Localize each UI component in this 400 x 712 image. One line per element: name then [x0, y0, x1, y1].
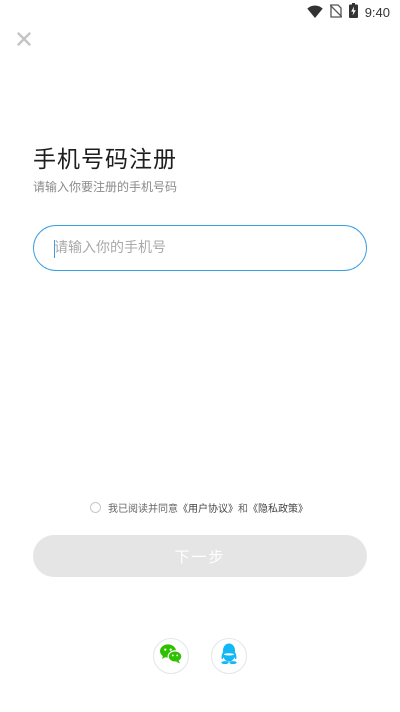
- agreement-prefix: 我已阅读并同意: [108, 504, 178, 515]
- status-icons: 9:40: [306, 3, 390, 22]
- privacy-policy-link[interactable]: 《隐私政策》: [248, 500, 308, 515]
- close-button[interactable]: [12, 28, 36, 52]
- wifi-icon: [306, 3, 323, 22]
- status-time: 9:40: [364, 5, 390, 20]
- wechat-login-button[interactable]: [153, 638, 189, 674]
- page-subtitle: 请输入你要注册的手机号码: [33, 180, 178, 194]
- page-title: 手机号码注册: [33, 147, 177, 173]
- qq-icon: [219, 643, 239, 669]
- wechat-icon: [159, 643, 183, 669]
- no-sim-icon: [329, 3, 343, 22]
- agreement-row: 我已阅读并同意 《用户协议》 和 《隐私政策》: [90, 500, 308, 515]
- battery-charging-icon: [348, 3, 358, 22]
- phone-input[interactable]: [54, 226, 344, 270]
- user-agreement-link[interactable]: 《用户协议》: [178, 500, 238, 515]
- status-bar: 9:40: [0, 0, 400, 24]
- agreement-checkbox[interactable]: [90, 502, 101, 513]
- close-icon: [17, 31, 31, 50]
- qq-login-button[interactable]: [211, 638, 247, 674]
- phone-field[interactable]: [33, 225, 367, 271]
- next-button[interactable]: 下一步: [33, 535, 367, 577]
- agreement-joiner: 和: [238, 504, 248, 515]
